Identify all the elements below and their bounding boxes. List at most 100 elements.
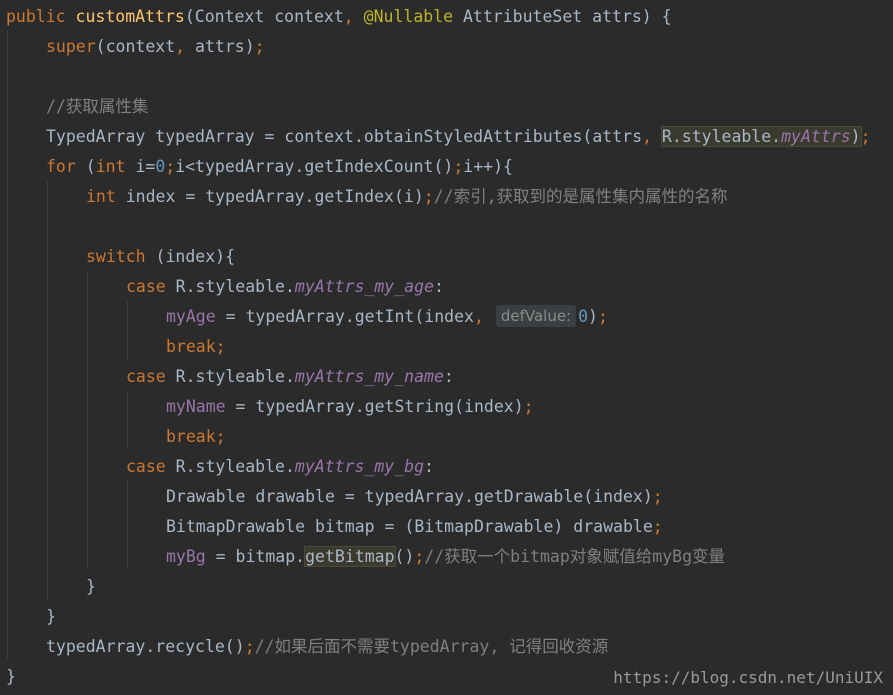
code-line: Drawable drawable = typedArray.getDrawab… <box>166 482 663 512</box>
code-token: ; <box>523 397 534 416</box>
code-token: TypedArray typedArray = context.obtainSt… <box>46 127 643 146</box>
code-token: = bitmap. <box>205 547 306 566</box>
code-line: myName = typedArray.getString(index); <box>166 392 534 422</box>
code-line: } <box>86 572 96 602</box>
code-token: , <box>473 307 494 326</box>
indent-guide <box>127 480 128 570</box>
code-token: ; <box>453 157 464 176</box>
code-token: R.styleable. <box>175 457 295 476</box>
comment: //索引,获取到的是属性集内属性的名称 <box>433 187 728 206</box>
code-token: super <box>46 37 96 56</box>
code-token: ; <box>244 637 255 656</box>
indent-guide <box>47 180 48 600</box>
code-token: AttributeSet attrs) { <box>463 7 672 26</box>
watermark: https://blog.csdn.net/UniUIX <box>613 668 883 687</box>
static-field: myAttrs_my_name <box>294 367 444 386</box>
field-name: myName <box>166 397 226 416</box>
code-line: //获取属性集 <box>46 92 148 122</box>
code-line: super(context, attrs); <box>46 32 265 62</box>
code-token: i= <box>135 157 156 176</box>
code-token: Drawable drawable = typedArray.getDrawab… <box>166 487 653 506</box>
code-token: (context <box>95 37 176 56</box>
code-token: case <box>126 457 176 476</box>
static-field: myAttrs_my_age <box>294 277 434 296</box>
code-line: case R.styleable.myAttrs_my_name: <box>126 362 454 392</box>
code-line: break; <box>166 422 226 452</box>
code-token: } <box>86 577 96 596</box>
static-field: myAttrs_my_bg <box>294 457 425 476</box>
code-token: ) <box>588 307 598 326</box>
code-line: myAge = typedArray.getInt(index, defValu… <box>166 302 608 332</box>
code-token: break; <box>166 337 226 356</box>
code-editor[interactable]: public customAttrs(Context context, @Nul… <box>0 0 893 695</box>
code-line: case R.styleable.myAttrs_my_bg: <box>126 452 434 482</box>
code-token: ) <box>850 127 861 146</box>
code-token: R.styleable. <box>661 127 782 146</box>
code-line: for (int i=0;i<typedArray.getIndexCount(… <box>46 152 513 182</box>
code-token: switch <box>86 247 156 266</box>
highlighted-reference: R.styleable.myAttrs) <box>660 126 862 147</box>
code-token: = typedArray.getString(index) <box>225 397 524 416</box>
code-token: typedArray.recycle() <box>46 637 245 656</box>
code-token: : <box>443 367 454 386</box>
code-token: (Context context <box>184 7 344 26</box>
code-line: typedArray.recycle();//如果后面不需要typedArray… <box>46 632 608 662</box>
code-token: attrs) <box>195 37 255 56</box>
code-token: ( <box>85 157 96 176</box>
code-token: ; <box>254 37 265 56</box>
field-name: myAge <box>166 307 216 326</box>
code-token: i++){ <box>463 157 513 176</box>
code-token: ; <box>165 157 176 176</box>
code-line: switch (index){ <box>86 242 235 272</box>
code-token: } <box>46 607 56 626</box>
comment: //如果后面不需要typedArray, 记得回收资源 <box>254 637 609 656</box>
code-token: public <box>6 7 76 26</box>
code-token: ; <box>652 517 663 536</box>
code-token: ; <box>414 547 425 566</box>
code-token: , <box>343 7 364 26</box>
code-token: R.styleable. <box>175 367 295 386</box>
code-token: ; <box>597 307 608 326</box>
highlighted-method: getBitmap <box>304 546 396 567</box>
code-token: (index){ <box>155 247 236 266</box>
code-line: int index = typedArray.getIndex(i);//索引,… <box>86 182 728 212</box>
code-token: int <box>86 187 126 206</box>
code-token: : <box>433 277 444 296</box>
code-token: BitmapDrawable bitmap = (BitmapDrawable)… <box>166 517 653 536</box>
code-token: , <box>175 37 196 56</box>
comment: //获取属性集 <box>46 97 149 116</box>
code-line: public customAttrs(Context context, @Nul… <box>6 2 672 32</box>
method-name: customAttrs <box>75 7 185 26</box>
code-token: } <box>6 667 16 686</box>
code-token: index = typedArray.getIndex(i) <box>125 187 424 206</box>
parameter-hint: defValue: <box>495 305 577 327</box>
code-line: case R.styleable.myAttrs_my_age: <box>126 272 444 302</box>
field-name: myBg <box>166 547 206 566</box>
code-token: , <box>642 127 662 146</box>
code-token: break; <box>166 427 226 446</box>
code-token: () <box>394 547 415 566</box>
code-token: ; <box>860 127 871 146</box>
code-token: R.styleable. <box>175 277 295 296</box>
code-token: case <box>126 367 176 386</box>
code-token: = typedArray.getInt(index <box>215 307 474 326</box>
code-token: i<typedArray.getIndexCount() <box>175 157 454 176</box>
code-line: } <box>46 602 56 632</box>
number-literal: 0 <box>578 307 589 326</box>
number-literal: 0 <box>155 157 166 176</box>
indent-guide <box>127 300 128 360</box>
code-line: BitmapDrawable bitmap = (BitmapDrawable)… <box>166 512 663 542</box>
code-token: case <box>126 277 176 296</box>
static-field: myAttrs <box>781 127 851 146</box>
code-token: ; <box>423 187 434 206</box>
annotation: @Nullable <box>363 7 463 26</box>
code-line: } <box>6 662 16 692</box>
code-line: break; <box>166 332 226 362</box>
indent-guide <box>87 270 88 570</box>
code-token: ; <box>652 487 663 506</box>
code-token: : <box>424 457 434 476</box>
code-token: for <box>46 157 86 176</box>
code-line: myBg = bitmap.getBitmap();//获取一个bitmap对象… <box>166 542 725 572</box>
indent-guide <box>127 390 128 450</box>
code-line: TypedArray typedArray = context.obtainSt… <box>46 122 871 152</box>
